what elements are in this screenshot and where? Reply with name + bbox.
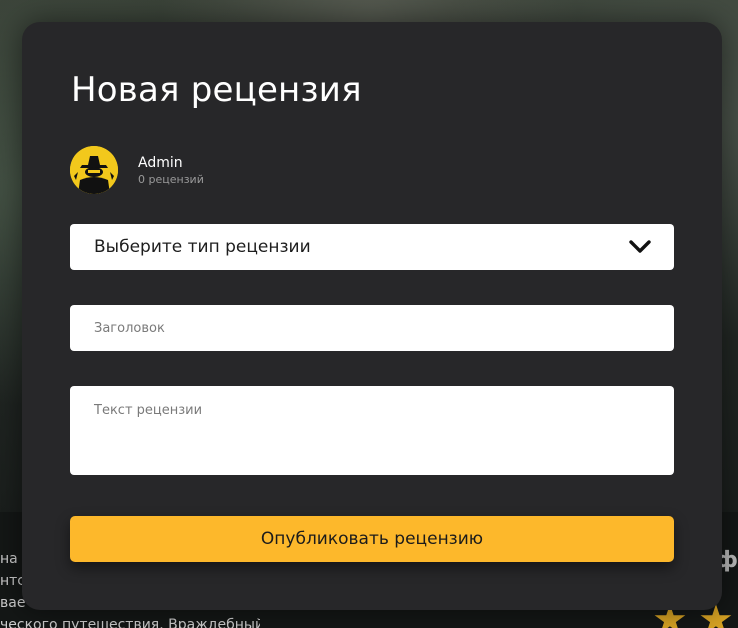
new-review-modal: Новая рецензия Admin 0 рецензий Выберите… (22, 22, 722, 610)
review-type-selected: Выберите тип рецензии (94, 237, 311, 257)
publish-review-button[interactable]: Опубликовать рецензию (70, 516, 674, 562)
chevron-down-icon (629, 240, 651, 253)
background-line: ческого путешествия. Враждебный (0, 617, 260, 628)
review-text-input[interactable] (70, 386, 674, 475)
review-author: Admin 0 рецензий (70, 146, 204, 194)
author-review-count: 0 рецензий (138, 172, 204, 186)
review-title-input[interactable] (70, 305, 674, 351)
modal-title: Новая рецензия (71, 70, 362, 110)
author-name: Admin (138, 154, 183, 171)
avatar (70, 146, 118, 194)
page: на нтс вае ческого путешествия. Враждебн… (0, 0, 738, 628)
review-type-select[interactable]: Выберите тип рецензии (70, 224, 674, 270)
avatar-image (70, 146, 118, 194)
